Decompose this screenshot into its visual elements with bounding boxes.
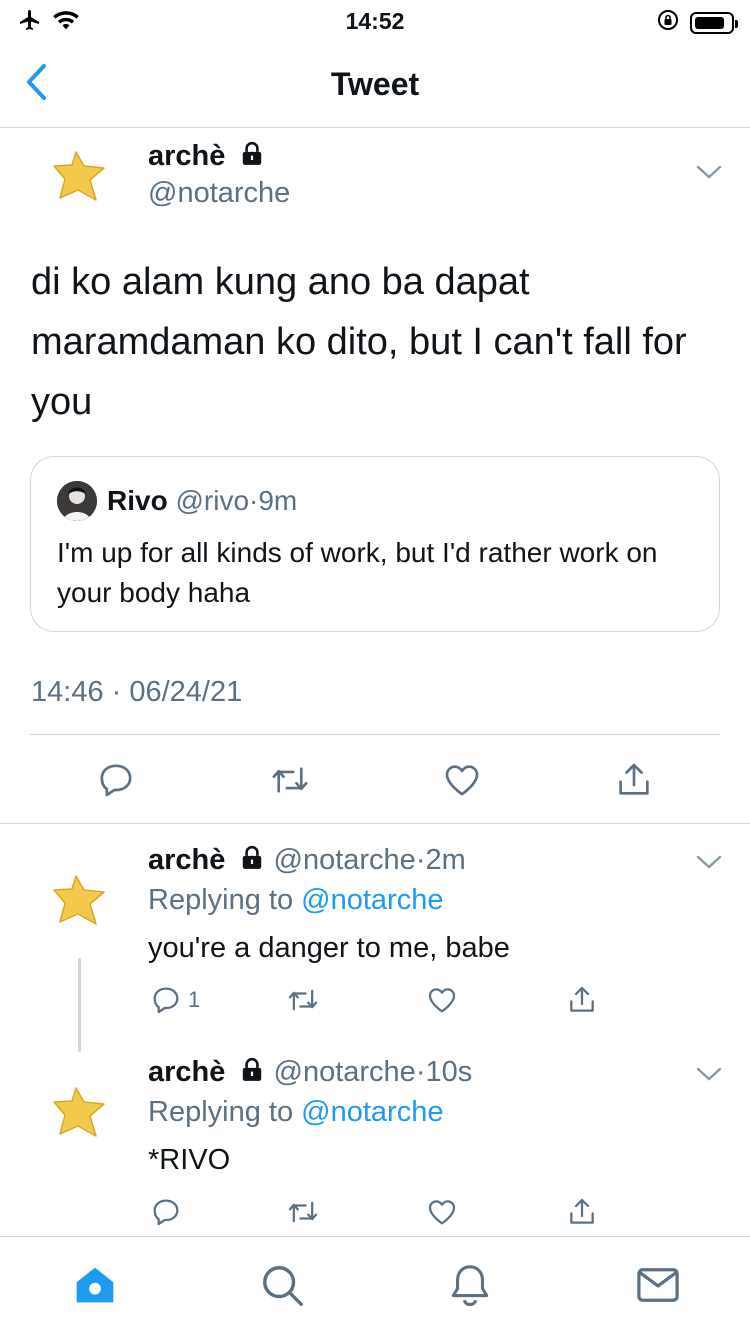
battery-icon xyxy=(690,11,738,34)
share-icon xyxy=(570,986,594,1012)
author-handle: @notarche xyxy=(148,177,291,209)
like-button[interactable] xyxy=(426,982,458,1018)
tab-notifications[interactable] xyxy=(446,1261,494,1309)
quote-avatar[interactable] xyxy=(57,481,97,521)
avatar[interactable] xyxy=(52,872,108,928)
retweet-button[interactable] xyxy=(268,758,312,802)
home-icon xyxy=(76,1267,114,1303)
tab-search[interactable] xyxy=(258,1261,306,1309)
tab-home[interactable] xyxy=(71,1261,119,1309)
star-icon xyxy=(53,875,105,925)
reply-count: 1 xyxy=(188,987,201,1012)
reply-tweet[interactable]: archè @notarche·10s Replying to @notarch… xyxy=(0,1056,750,1236)
status-time: 14:52 xyxy=(345,8,405,34)
mail-icon xyxy=(637,1268,679,1302)
retweet-button[interactable] xyxy=(286,1194,320,1230)
reply-tweet[interactable]: archè @notarche·2m Replying to @notarche… xyxy=(0,844,750,1044)
share-button[interactable] xyxy=(612,758,656,802)
author-name: archè xyxy=(148,140,226,172)
heart-icon xyxy=(428,988,456,1013)
heart-icon xyxy=(428,1200,456,1225)
tab-messages[interactable] xyxy=(634,1261,682,1309)
share-button[interactable] xyxy=(566,982,598,1018)
chevron-down-icon xyxy=(696,1067,722,1081)
quote-dot: · xyxy=(249,485,259,516)
bell-icon xyxy=(451,1265,489,1307)
avatar[interactable] xyxy=(52,148,108,204)
tab-bar xyxy=(0,1236,750,1334)
share-button[interactable] xyxy=(566,1194,598,1230)
reply-button[interactable] xyxy=(150,1194,182,1230)
tweet-text: di ko alam kung ano ba dapat maramdaman … xyxy=(31,261,687,423)
chevron-down-icon xyxy=(696,165,722,179)
star-icon xyxy=(53,1087,105,1137)
reply-header: archè @notarche·2m xyxy=(148,844,466,879)
replying-to: Replying to @notarche xyxy=(148,1096,443,1129)
share-icon xyxy=(619,763,649,795)
replying-to: Replying to @notarche xyxy=(148,884,443,917)
reply-header: archè @notarche·10s xyxy=(148,1056,472,1091)
tweet-options-button[interactable] xyxy=(696,1066,722,1087)
avatar[interactable] xyxy=(52,1084,108,1140)
author-name: archè xyxy=(148,1056,226,1088)
author-handle: @notarche xyxy=(273,1056,416,1088)
tweet-options-button[interactable] xyxy=(696,164,722,185)
battery-fill xyxy=(695,16,724,29)
quote-time: 9m xyxy=(258,485,298,516)
star-icon xyxy=(53,151,105,201)
quoted-tweet[interactable]: Rivo @rivo·9m I'm up for all kinds of wo… xyxy=(30,456,720,632)
quote-author-name: Rivo xyxy=(107,485,168,516)
action-bar xyxy=(0,744,750,814)
retweet-icon xyxy=(272,767,308,793)
author-row: archè xyxy=(148,140,290,175)
author-handle: @notarche xyxy=(273,844,416,876)
reply-text: *RIVO xyxy=(148,1144,231,1176)
nav-bar: Tweet xyxy=(0,40,750,128)
replying-to-label: Replying to xyxy=(148,884,294,916)
page-title: Tweet xyxy=(330,66,420,102)
quote-header: Rivo @rivo·9m xyxy=(107,485,297,517)
lock-icon xyxy=(239,1057,265,1091)
author-name: archè xyxy=(148,844,226,876)
tweet-timestamp: 14:46 · 06/24/21 xyxy=(31,676,243,708)
heart-icon xyxy=(445,765,479,796)
retweet-button[interactable] xyxy=(286,982,320,1018)
thread-connector xyxy=(78,958,81,1052)
replying-to-label: Replying to xyxy=(148,1096,294,1128)
chevron-down-icon xyxy=(696,855,722,869)
reply-action-bar xyxy=(148,1194,608,1234)
like-button[interactable] xyxy=(426,1194,458,1230)
reply-text: you're a danger to me, babe xyxy=(148,932,510,964)
reply-time: 10s xyxy=(425,1056,473,1088)
reply-time: 2m xyxy=(425,844,466,876)
reply-icon xyxy=(100,764,132,797)
tweet-options-button[interactable] xyxy=(696,854,722,875)
reply-icon xyxy=(153,1199,179,1226)
search-icon xyxy=(263,1266,303,1306)
lock-icon xyxy=(239,141,265,175)
status-bar: 14:52 xyxy=(0,0,750,40)
quote-text: I'm up for all kinds of work, but I'd ra… xyxy=(57,537,658,608)
share-icon xyxy=(570,1198,594,1224)
reply-button[interactable]: 1 xyxy=(150,982,200,1018)
retweet-icon xyxy=(288,989,318,1011)
reply-action-bar: 1 xyxy=(148,982,608,1022)
reply-icon xyxy=(153,987,179,1014)
quote-author-handle: @rivo xyxy=(175,485,250,516)
mention-link[interactable]: @notarche xyxy=(301,1096,443,1128)
mention-link[interactable]: @notarche xyxy=(301,884,443,916)
lock-icon xyxy=(239,845,265,879)
divider xyxy=(30,734,720,735)
reply-button[interactable] xyxy=(94,758,138,802)
retweet-icon xyxy=(288,1201,318,1223)
status-right xyxy=(656,8,738,37)
rotation-lock-icon xyxy=(656,8,680,37)
author-block: archè @notarche xyxy=(148,140,290,210)
like-button[interactable] xyxy=(440,758,484,802)
main-tweet[interactable]: archè @notarche di ko alam kung ano ba d… xyxy=(0,128,750,824)
